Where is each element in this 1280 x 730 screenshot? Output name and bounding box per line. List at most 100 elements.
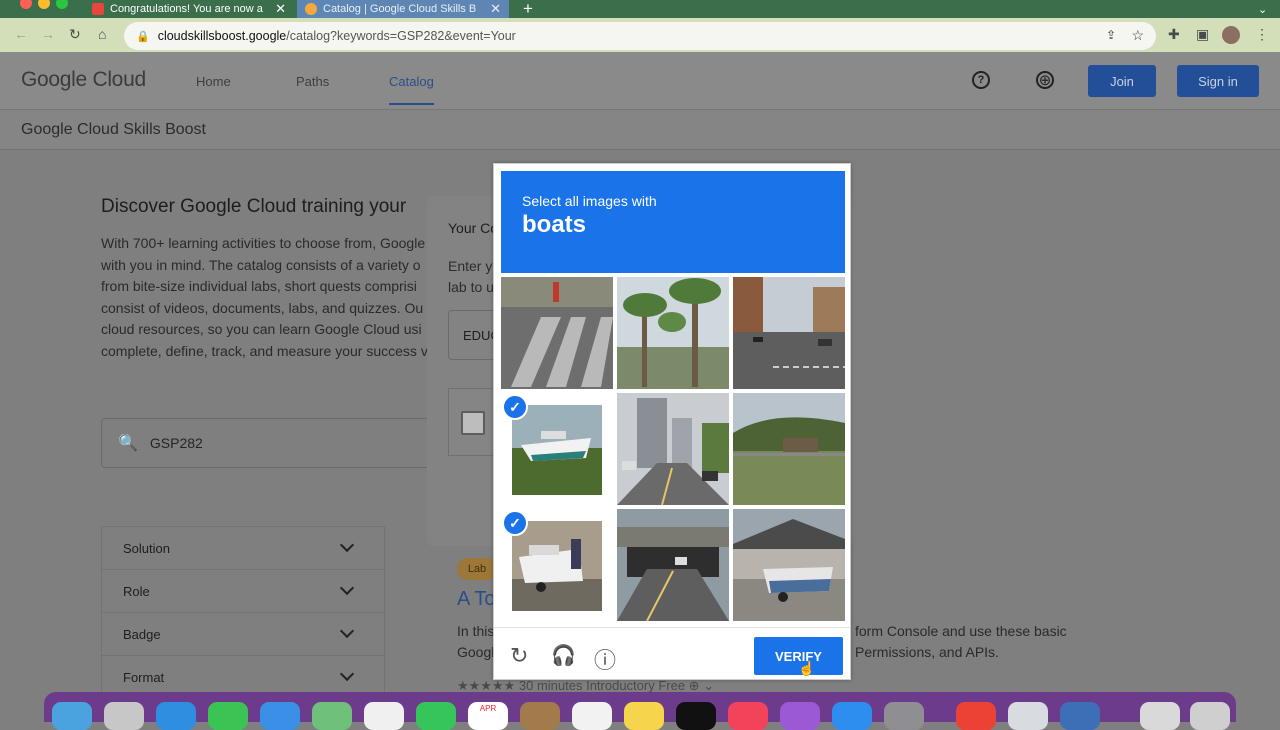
challenge-footer: ↻ 🎧 ⓘ VERIFY [494, 627, 850, 681]
filter-badge[interactable]: Badge [101, 612, 385, 655]
launchpad-icon[interactable] [104, 702, 144, 730]
music-icon[interactable] [728, 702, 768, 730]
url-domain: cloudskillsboost.google [157, 29, 287, 43]
recaptcha-checkbox[interactable] [461, 411, 485, 435]
globe-icon[interactable]: ⊕ [1036, 71, 1054, 89]
intro-paragraph: With 700+ learning activities to choose … [101, 233, 431, 362]
help-icon[interactable]: ? [972, 71, 990, 89]
image-tile-1[interactable] [501, 277, 613, 389]
profile-avatar[interactable] [1222, 26, 1240, 44]
maps-icon[interactable] [312, 702, 352, 730]
tab-title: Catalog | Google Cloud Skills B [323, 3, 477, 15]
close-tab-icon[interactable]: ✕ [275, 1, 286, 17]
chevron-down-icon [339, 537, 355, 553]
new-tab-button[interactable]: + [515, 0, 545, 18]
contacts-icon[interactable] [520, 702, 560, 730]
finder-icon[interactable] [52, 702, 92, 730]
image-tile-6[interactable] [733, 393, 845, 505]
address-bar[interactable]: 🔒 cloudskillsboost.google/catalog?keywor… [124, 22, 1156, 50]
apple-tv-icon[interactable] [676, 702, 716, 730]
filter-role[interactable]: Role [101, 569, 385, 612]
google-cloud-logo[interactable]: Google Cloud [21, 68, 146, 92]
podcasts-icon[interactable] [780, 702, 820, 730]
lab-description-left: In this Googl [457, 621, 494, 663]
intro-line: cloud resources, so you can learn Google… [101, 321, 422, 337]
join-button[interactable]: Join [1088, 65, 1156, 97]
mail-icon[interactable] [260, 702, 300, 730]
field-with-trailer-image [733, 393, 845, 505]
challenge-instruction: Select all images with [522, 193, 657, 209]
lab-desc-line: form Console and use these basic [855, 623, 1067, 639]
app-store-icon[interactable] [832, 702, 872, 730]
bookmark-star-icon[interactable]: ☆ [1131, 27, 1144, 44]
search-value: GSP282 [149, 435, 203, 451]
audio-challenge-icon[interactable]: 🎧 [551, 643, 576, 668]
reload-icon[interactable]: ↻ [69, 26, 81, 43]
trash-icon[interactable] [1190, 702, 1230, 730]
house-with-boat-image [733, 509, 845, 621]
intro-line: with you in mind. The catalog consists o… [101, 256, 421, 273]
more-menu-icon[interactable]: ⋮ [1255, 26, 1269, 43]
dialog-title: Your Co [448, 220, 499, 236]
quicktime-icon[interactable] [1060, 702, 1100, 730]
image-tile-8[interactable] [617, 509, 729, 621]
logo-cloud: Cloud [86, 68, 146, 91]
recaptcha-challenge: Select all images with boats ✓ ✓ ↻ 🎧 ⓘ V… [493, 163, 851, 680]
messages-icon[interactable] [208, 702, 248, 730]
side-panel-icon[interactable]: ▣ [1196, 26, 1209, 43]
system-settings-icon[interactable] [884, 702, 924, 730]
tab-catalog[interactable]: Catalog | Google Cloud Skills B ✕ [297, 0, 509, 18]
filter-list: Solution Role Badge Format [101, 526, 385, 698]
tab-search-icon[interactable]: ⌄ [1250, 0, 1274, 18]
filter-solution[interactable]: Solution [101, 526, 385, 569]
lab-title-link[interactable]: A To [457, 588, 496, 611]
filter-label: Badge [123, 626, 161, 642]
tab-title: Congratulations! You are now a [110, 3, 263, 15]
nav-home[interactable]: Home [196, 74, 231, 89]
forward-icon[interactable]: → [41, 26, 55, 42]
image-tile-7-selected[interactable]: ✓ [501, 509, 613, 621]
info-icon[interactable]: ⓘ [594, 643, 616, 675]
nav-catalog[interactable]: Catalog [389, 74, 434, 105]
calendar-icon[interactable]: APR [468, 702, 508, 730]
image-tile-9[interactable] [733, 509, 845, 621]
hand-cursor-icon: ☝ [798, 660, 816, 676]
safari-icon[interactable] [156, 702, 196, 730]
sign-in-button[interactable]: Sign in [1177, 65, 1259, 97]
image-tile-4-selected[interactable]: ✓ [501, 393, 613, 505]
image-tile-2[interactable] [617, 277, 729, 389]
image-tile-5[interactable] [617, 393, 729, 505]
underpass-image [617, 509, 729, 621]
crosswalk-image [501, 277, 613, 389]
preview-icon[interactable] [1008, 702, 1048, 730]
reminders-icon[interactable] [572, 702, 612, 730]
back-icon[interactable]: ← [14, 26, 28, 42]
filter-label: Solution [123, 540, 170, 556]
facetime-icon[interactable] [416, 702, 456, 730]
share-icon[interactable]: ⇪ [1106, 28, 1116, 42]
lab-badge: Lab [457, 558, 497, 580]
chrome-icon[interactable] [956, 702, 996, 730]
catalog-search-input[interactable]: 🔍 GSP282 [101, 418, 431, 468]
photos-icon[interactable] [364, 702, 404, 730]
home-icon[interactable]: ⌂ [98, 26, 106, 42]
nav-paths[interactable]: Paths [296, 74, 329, 89]
chevron-down-icon [339, 580, 355, 596]
image-tile-3[interactable] [733, 277, 845, 389]
chevron-down-icon [339, 623, 355, 639]
logo-google: Google [21, 68, 87, 91]
search-icon: 🔍 [118, 435, 138, 452]
tab-congratulations[interactable]: Congratulations! You are now a ✕ [84, 0, 294, 18]
close-tab-icon[interactable]: ✕ [490, 1, 501, 17]
lab-desc-line: Permissions, and APIs. [855, 644, 999, 660]
downloads-icon[interactable] [1140, 702, 1180, 730]
extensions-icon[interactable]: ✚ [1168, 26, 1180, 43]
skills-boost-icon [305, 3, 317, 15]
intro-line: from bite-size individual labs, short qu… [101, 278, 417, 294]
selected-check-icon: ✓ [502, 510, 528, 536]
intro-line: With 700+ learning activities to choose … [101, 235, 426, 251]
reload-challenge-icon[interactable]: ↻ [510, 643, 528, 669]
lock-icon: 🔒 [136, 30, 150, 43]
notes-icon[interactable] [624, 702, 664, 730]
site-title: Google Cloud Skills Boost [21, 121, 206, 138]
